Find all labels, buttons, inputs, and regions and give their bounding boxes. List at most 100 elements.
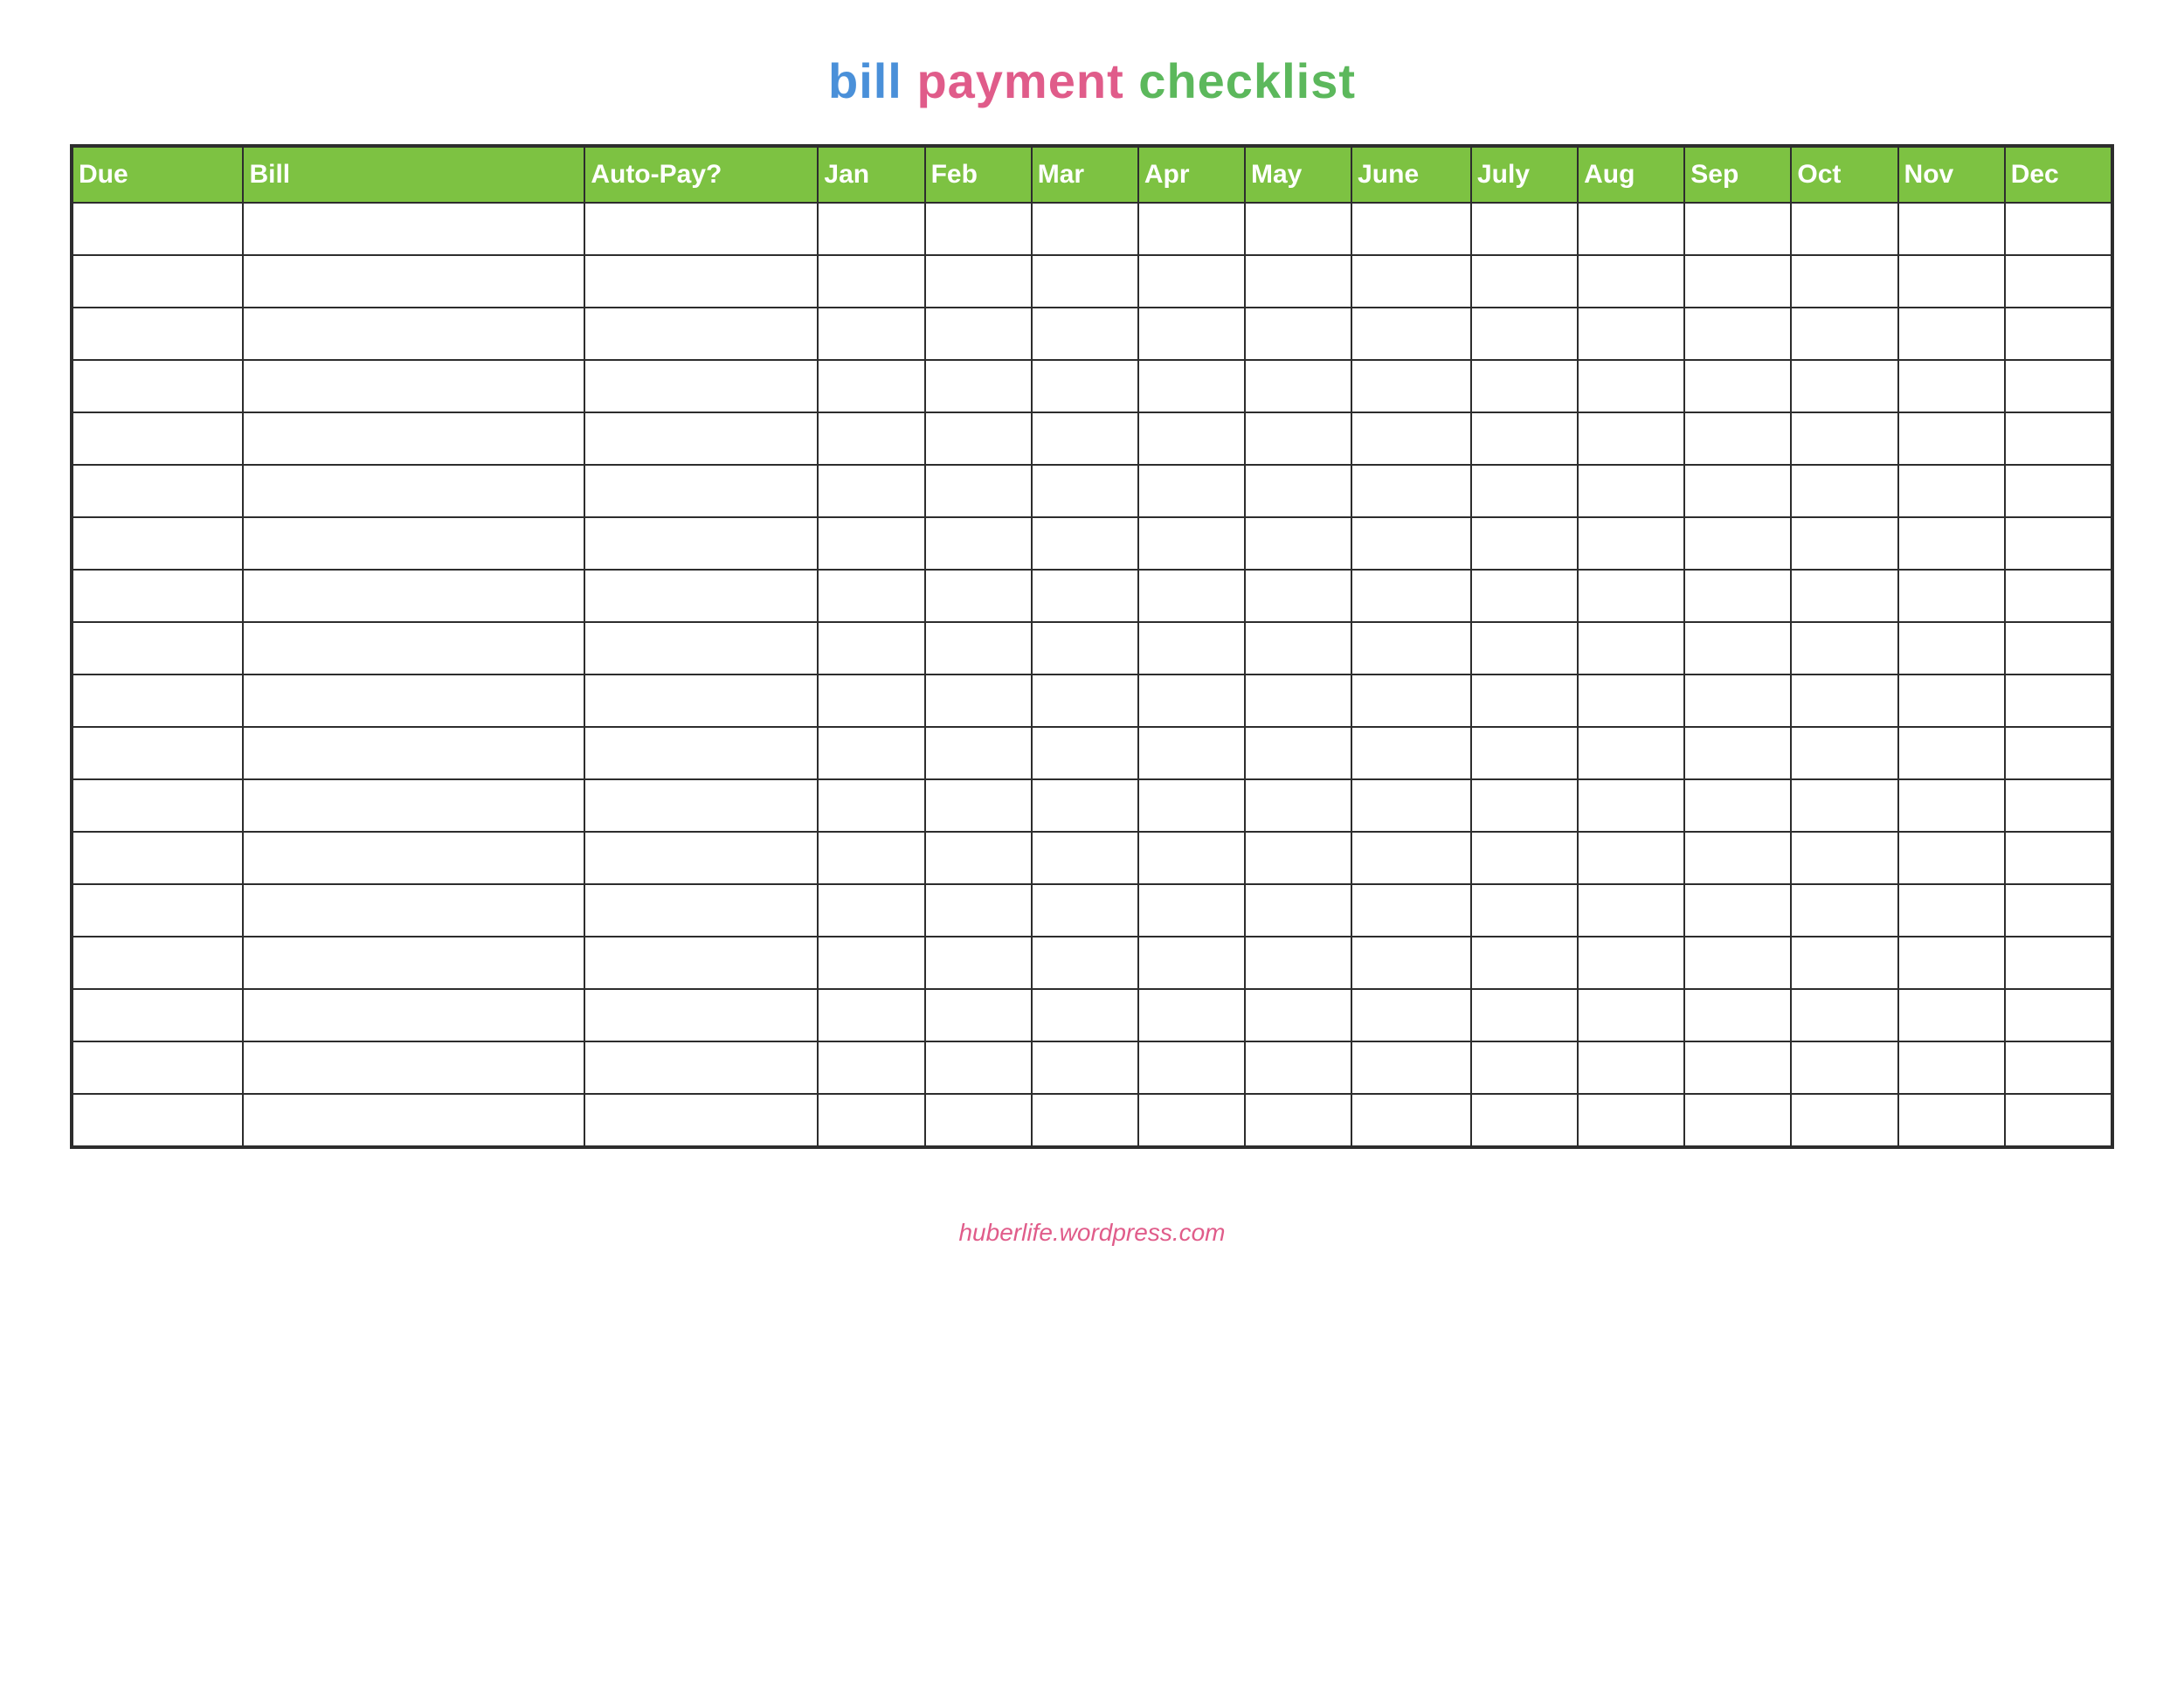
cell-nov[interactable] [1898, 832, 2005, 884]
cell-bill[interactable] [243, 884, 584, 937]
cell-aug[interactable] [1578, 622, 1684, 675]
cell-mar[interactable] [1032, 1094, 1138, 1146]
cell-sep[interactable] [1684, 884, 1791, 937]
cell-feb[interactable] [925, 570, 1032, 622]
cell-mar[interactable] [1032, 832, 1138, 884]
cell-sep[interactable] [1684, 308, 1791, 360]
cell-june[interactable] [1351, 465, 1471, 517]
cell-aug[interactable] [1578, 517, 1684, 570]
cell-may[interactable] [1245, 465, 1351, 517]
cell-jan[interactable] [818, 412, 924, 465]
cell-jan[interactable] [818, 727, 924, 779]
cell-oct[interactable] [1791, 727, 1897, 779]
cell-mar[interactable] [1032, 308, 1138, 360]
cell-aug[interactable] [1578, 255, 1684, 308]
table-row[interactable] [73, 937, 2111, 989]
cell-jan[interactable] [818, 622, 924, 675]
cell-due[interactable] [73, 360, 243, 412]
cell-autopay[interactable] [584, 1041, 818, 1094]
cell-july[interactable] [1471, 465, 1578, 517]
cell-aug[interactable] [1578, 308, 1684, 360]
cell-oct[interactable] [1791, 779, 1897, 832]
cell-may[interactable] [1245, 937, 1351, 989]
cell-mar[interactable] [1032, 1041, 1138, 1094]
cell-autopay[interactable] [584, 937, 818, 989]
cell-autopay[interactable] [584, 465, 818, 517]
cell-due[interactable] [73, 570, 243, 622]
table-row[interactable] [73, 203, 2111, 255]
table-row[interactable] [73, 727, 2111, 779]
cell-june[interactable] [1351, 1041, 1471, 1094]
cell-jan[interactable] [818, 832, 924, 884]
cell-oct[interactable] [1791, 1041, 1897, 1094]
cell-nov[interactable] [1898, 622, 2005, 675]
cell-apr[interactable] [1138, 517, 1245, 570]
table-row[interactable] [73, 989, 2111, 1041]
cell-nov[interactable] [1898, 517, 2005, 570]
cell-sep[interactable] [1684, 622, 1791, 675]
cell-aug[interactable] [1578, 203, 1684, 255]
cell-feb[interactable] [925, 884, 1032, 937]
cell-july[interactable] [1471, 412, 1578, 465]
cell-mar[interactable] [1032, 779, 1138, 832]
cell-apr[interactable] [1138, 779, 1245, 832]
cell-autopay[interactable] [584, 1094, 818, 1146]
cell-sep[interactable] [1684, 360, 1791, 412]
cell-due[interactable] [73, 832, 243, 884]
cell-aug[interactable] [1578, 675, 1684, 727]
cell-nov[interactable] [1898, 727, 2005, 779]
cell-jan[interactable] [818, 937, 924, 989]
cell-july[interactable] [1471, 203, 1578, 255]
cell-july[interactable] [1471, 622, 1578, 675]
cell-june[interactable] [1351, 779, 1471, 832]
cell-dec[interactable] [2005, 1041, 2111, 1094]
cell-mar[interactable] [1032, 989, 1138, 1041]
cell-dec[interactable] [2005, 465, 2111, 517]
cell-due[interactable] [73, 884, 243, 937]
cell-autopay[interactable] [584, 517, 818, 570]
cell-jan[interactable] [818, 989, 924, 1041]
cell-due[interactable] [73, 255, 243, 308]
cell-bill[interactable] [243, 727, 584, 779]
cell-aug[interactable] [1578, 570, 1684, 622]
cell-nov[interactable] [1898, 360, 2005, 412]
cell-oct[interactable] [1791, 308, 1897, 360]
cell-sep[interactable] [1684, 675, 1791, 727]
cell-bill[interactable] [243, 465, 584, 517]
cell-feb[interactable] [925, 203, 1032, 255]
cell-due[interactable] [73, 622, 243, 675]
cell-may[interactable] [1245, 832, 1351, 884]
cell-oct[interactable] [1791, 622, 1897, 675]
cell-feb[interactable] [925, 832, 1032, 884]
cell-dec[interactable] [2005, 412, 2111, 465]
cell-due[interactable] [73, 465, 243, 517]
cell-mar[interactable] [1032, 517, 1138, 570]
cell-feb[interactable] [925, 989, 1032, 1041]
cell-july[interactable] [1471, 1094, 1578, 1146]
cell-apr[interactable] [1138, 570, 1245, 622]
cell-autopay[interactable] [584, 779, 818, 832]
cell-dec[interactable] [2005, 779, 2111, 832]
cell-july[interactable] [1471, 832, 1578, 884]
table-row[interactable] [73, 675, 2111, 727]
cell-dec[interactable] [2005, 308, 2111, 360]
cell-june[interactable] [1351, 1094, 1471, 1146]
cell-apr[interactable] [1138, 989, 1245, 1041]
table-row[interactable] [73, 517, 2111, 570]
cell-june[interactable] [1351, 255, 1471, 308]
cell-may[interactable] [1245, 203, 1351, 255]
table-row[interactable] [73, 570, 2111, 622]
cell-mar[interactable] [1032, 675, 1138, 727]
cell-dec[interactable] [2005, 832, 2111, 884]
cell-dec[interactable] [2005, 989, 2111, 1041]
table-row[interactable] [73, 412, 2111, 465]
cell-bill[interactable] [243, 779, 584, 832]
cell-bill[interactable] [243, 203, 584, 255]
cell-bill[interactable] [243, 1041, 584, 1094]
cell-jan[interactable] [818, 570, 924, 622]
cell-june[interactable] [1351, 517, 1471, 570]
cell-due[interactable] [73, 937, 243, 989]
cell-mar[interactable] [1032, 412, 1138, 465]
cell-sep[interactable] [1684, 255, 1791, 308]
cell-due[interactable] [73, 727, 243, 779]
